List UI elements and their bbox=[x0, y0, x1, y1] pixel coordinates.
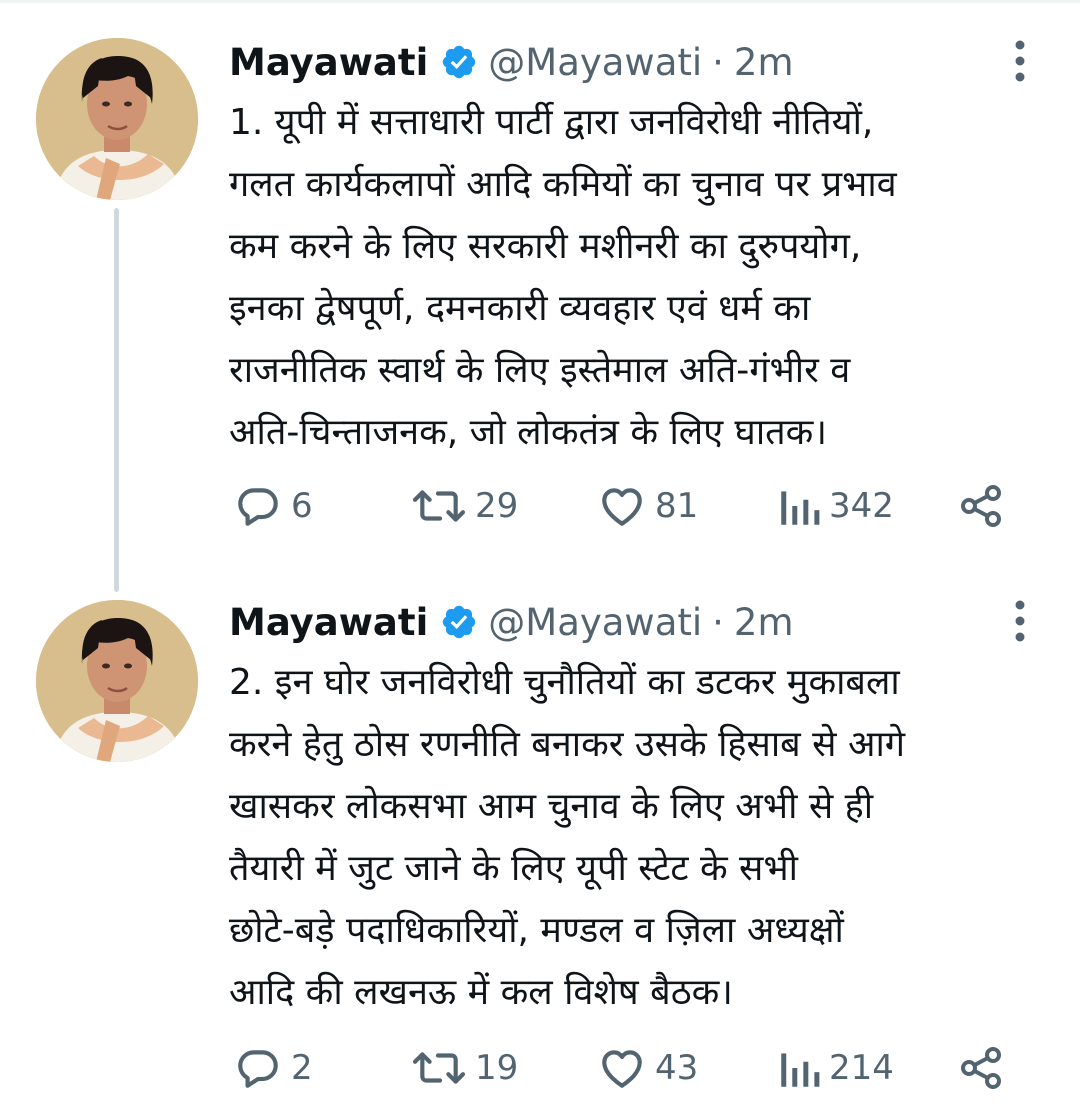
reply-bubble-icon bbox=[238, 488, 278, 526]
tweet-text-line: छोटे-बड़े पदाधिकारियों, मण्डल व ज़िला अध… bbox=[229, 910, 844, 951]
retweet-count: 29 bbox=[475, 486, 519, 526]
author-name[interactable]: Mayawati bbox=[229, 601, 428, 644]
tweet-text-line: गलत कार्यकलापों आदि कमियों का चुनाव पर प… bbox=[229, 164, 897, 205]
tweet-actions: 6 29 81 342 bbox=[229, 478, 1029, 534]
tweet-text-line: इनका द्वेषपूर्ण, दमनकारी व्यवहार एवं धर्… bbox=[229, 288, 811, 329]
views-count: 214 bbox=[829, 1048, 894, 1088]
author-handle[interactable]: @Mayawati bbox=[488, 601, 702, 644]
tweet-header: Mayawati @Mayawati · 2m bbox=[229, 32, 794, 92]
like-count: 43 bbox=[655, 1048, 699, 1088]
like-button[interactable]: 43 bbox=[597, 1040, 698, 1096]
reply-bubble-icon bbox=[238, 1050, 278, 1088]
avatar-portrait-icon bbox=[36, 600, 198, 762]
tweet-text-line: राजनीतिक स्वार्थ के लिए इस्तेमाल अति-गंभ… bbox=[229, 350, 851, 391]
more-vertical-icon bbox=[1015, 40, 1025, 82]
tweet-text-line: 1. यूपी में सत्ताधारी पार्टी द्वारा जनवि… bbox=[229, 102, 874, 143]
verified-badge-icon bbox=[440, 603, 478, 641]
retweet-button[interactable]: 19 bbox=[411, 1040, 518, 1096]
more-options-button[interactable] bbox=[1008, 596, 1032, 646]
views-button[interactable]: 342 bbox=[779, 478, 894, 534]
tweet-text-line: अति-चिन्ताजनक, जो लोकतंत्र के लिए घातक। bbox=[229, 412, 827, 453]
verified-badge-icon bbox=[440, 43, 478, 81]
retweet-count: 19 bbox=[475, 1048, 519, 1088]
more-vertical-icon bbox=[1015, 600, 1025, 642]
avatar[interactable] bbox=[36, 38, 198, 200]
heart-icon bbox=[602, 488, 642, 526]
top-divider bbox=[0, 0, 1080, 3]
tweet-1[interactable]: Mayawati @Mayawati · 2m 1. यूपी में सत्त… bbox=[0, 32, 1080, 552]
share-button[interactable] bbox=[957, 1040, 1005, 1096]
author-handle[interactable]: @Mayawati bbox=[488, 41, 702, 84]
tweet-timestamp[interactable]: 2m bbox=[734, 41, 794, 84]
reply-count: 2 bbox=[291, 1048, 313, 1088]
tweet-text: 1. यूपी में सत्ताधारी पार्टी द्वारा जनवि… bbox=[229, 92, 1059, 464]
retweet-arrows-icon bbox=[412, 1052, 466, 1084]
tweet-actions: 2 19 43 214 bbox=[229, 1040, 1029, 1096]
views-bars-icon bbox=[781, 1053, 820, 1087]
retweet-button[interactable]: 29 bbox=[411, 478, 518, 534]
share-nodes-icon bbox=[961, 485, 1001, 527]
like-count: 81 bbox=[655, 486, 699, 526]
reply-button[interactable]: 6 bbox=[233, 478, 313, 534]
tweet-text-line: तैयारी में जुट जाने के लिए यूपी स्टेट के… bbox=[229, 848, 799, 889]
reply-button[interactable]: 2 bbox=[233, 1040, 313, 1096]
header-separator: · bbox=[712, 40, 724, 84]
views-button[interactable]: 214 bbox=[779, 1040, 894, 1096]
tweet-text-line: करने हेतु ठोस रणनीति बनाकर उसके हिसाब से… bbox=[229, 724, 906, 765]
tweet-text-line: आदि की लखनऊ में कल विशेष बैठक। bbox=[229, 972, 733, 1013]
tweet-text-line: खासकर लोकसभा आम चुनाव के लिए अभी से ही bbox=[229, 786, 874, 827]
header-separator: · bbox=[712, 600, 724, 644]
tweet-text-line: कम करने के लिए सरकारी मशीनरी का दुरुपयोग… bbox=[229, 226, 862, 267]
share-button[interactable] bbox=[957, 478, 1005, 534]
heart-icon bbox=[602, 1050, 642, 1088]
tweet-header: Mayawati @Mayawati · 2m bbox=[229, 592, 794, 652]
views-bars-icon bbox=[781, 491, 820, 525]
more-options-button[interactable] bbox=[1008, 36, 1032, 86]
avatar-portrait-icon bbox=[36, 38, 198, 200]
tweet-2[interactable]: Mayawati @Mayawati · 2m 2. इन घोर जनविरो… bbox=[0, 592, 1080, 1112]
avatar[interactable] bbox=[36, 600, 198, 762]
tweet-text-line: 2. इन घोर जनविरोधी चुनौतियों का डटकर मुक… bbox=[229, 662, 900, 703]
author-name[interactable]: Mayawati bbox=[229, 41, 428, 84]
tweet-timestamp[interactable]: 2m bbox=[734, 601, 794, 644]
share-nodes-icon bbox=[961, 1047, 1001, 1089]
tweet-text: 2. इन घोर जनविरोधी चुनौतियों का डटकर मुक… bbox=[229, 652, 1059, 1024]
like-button[interactable]: 81 bbox=[597, 478, 698, 534]
reply-count: 6 bbox=[291, 486, 313, 526]
retweet-arrows-icon bbox=[412, 490, 466, 522]
views-count: 342 bbox=[829, 486, 894, 526]
